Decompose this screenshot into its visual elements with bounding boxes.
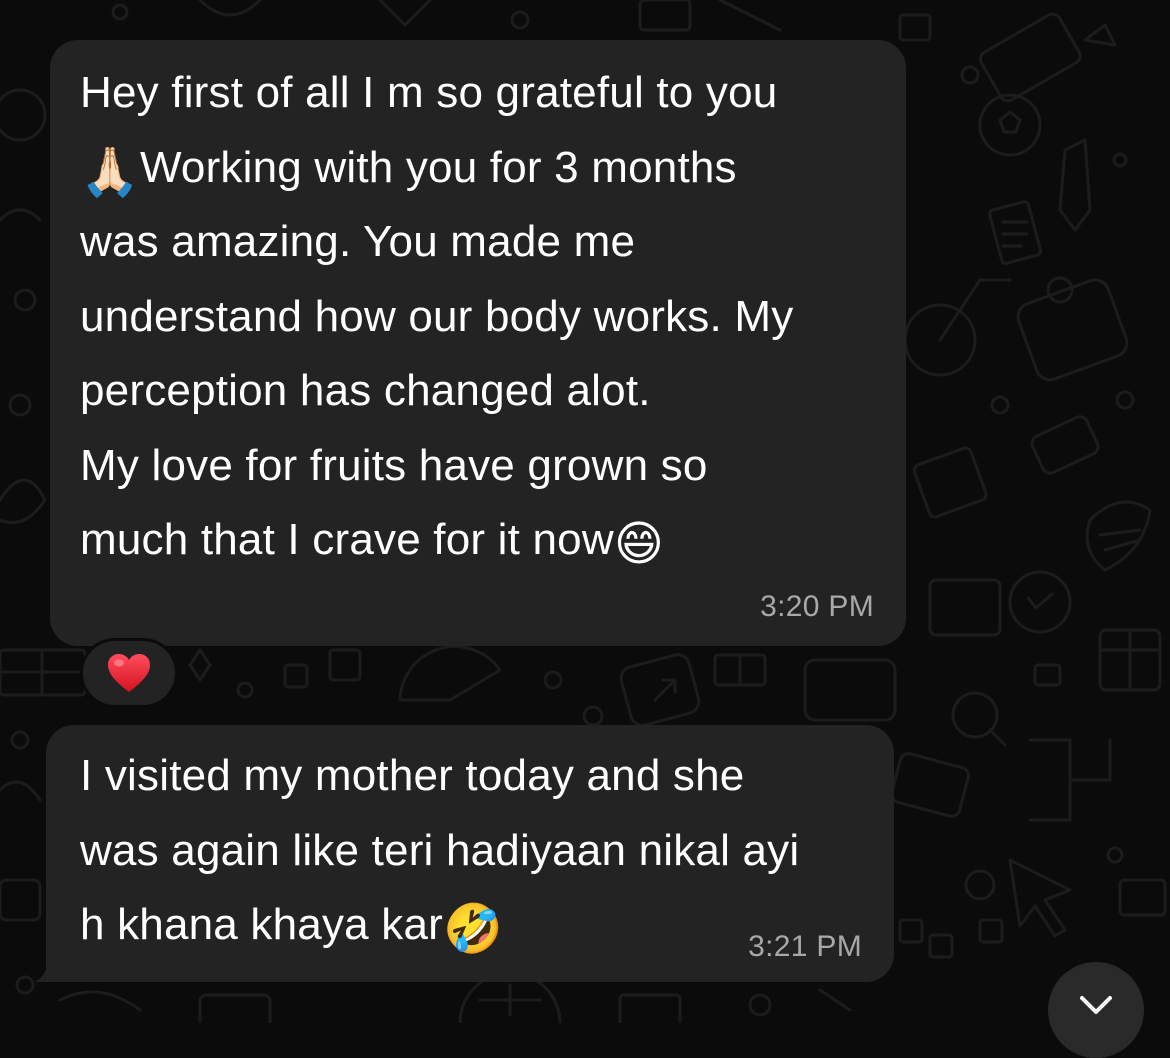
message-line-text: Working with you for 3 months <box>139 142 737 192</box>
message-line-text: h khana khaya kar <box>80 900 443 949</box>
message-text: Hey first of all I m so grateful to you … <box>80 56 793 578</box>
message-line: perception has changed alot. <box>80 366 651 415</box>
message-timestamp: 3:20 PM <box>760 590 874 623</box>
incoming-message-1[interactable]: Hey first of all I m so grateful to you … <box>50 40 906 646</box>
message-text: I visited my mother today and she was ag… <box>80 739 799 963</box>
message-line: My love for fruits have grown so <box>80 440 708 490</box>
heart-icon <box>108 654 150 692</box>
grinning-face-emoji-icon: 😄 <box>613 518 665 571</box>
message-line: was again like teri hadiyaan nikal ayi <box>80 825 800 875</box>
chevron-down-icon <box>1080 996 1112 1014</box>
message-line: understand how our body works. My <box>80 291 794 341</box>
message-line: h khana khaya kar🤣 <box>80 888 799 963</box>
scroll-to-bottom-button[interactable] <box>1048 962 1144 1058</box>
reaction-badge[interactable] <box>80 638 178 708</box>
message-line: was amazing. You made me <box>80 217 636 266</box>
rolling-laughing-emoji-icon: 🤣 <box>442 903 503 956</box>
message-line: Hey first of all I m so grateful to you <box>80 68 778 117</box>
message-line-text: much that I crave for it now <box>80 515 614 564</box>
incoming-message-2[interactable]: I visited my mother today and she was ag… <box>46 725 894 982</box>
message-timestamp: 3:21 PM <box>748 930 862 963</box>
message-line: much that I crave for it now😄 <box>80 503 793 578</box>
message-line: I visited my mother today and she <box>80 751 745 800</box>
folded-hands-emoji-icon: 🙏🏻 <box>80 145 140 199</box>
message-line: 🙏🏻Working with you for 3 months <box>80 131 793 206</box>
